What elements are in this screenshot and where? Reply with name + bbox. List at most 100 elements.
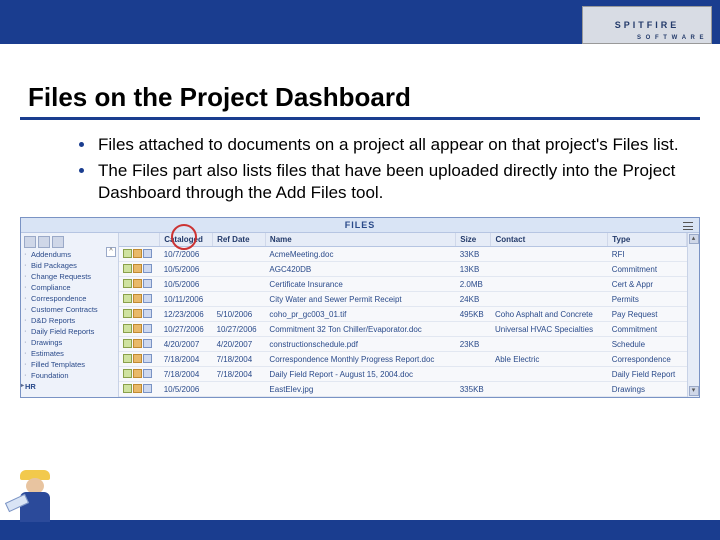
- row-action-icons[interactable]: [119, 352, 160, 367]
- edit-icon[interactable]: [123, 309, 132, 318]
- table-row[interactable]: 10/7/2006AcmeMeeting.doc33KBRFI: [119, 247, 687, 262]
- vertical-scrollbar[interactable]: ▴ ▾: [687, 233, 699, 397]
- cut-icon[interactable]: [133, 279, 142, 288]
- column-header[interactable]: Name: [265, 233, 455, 247]
- page-title: Files on the Project Dashboard: [28, 82, 720, 113]
- cut-icon[interactable]: [133, 309, 142, 318]
- edit-icon[interactable]: [123, 324, 132, 333]
- table-row[interactable]: 10/11/2006 City Water and Sewer Permit Re…: [119, 292, 687, 307]
- sidebar-item[interactable]: Change Requests: [21, 271, 118, 282]
- cell-contact: [491, 382, 608, 397]
- edit-icon[interactable]: [123, 339, 132, 348]
- cell-cataloged: 4/20/2007: [160, 337, 213, 352]
- cell-contact: Coho Asphalt and Concrete: [491, 307, 608, 322]
- sidebar-item[interactable]: D&D Reports: [21, 315, 118, 326]
- table-row[interactable]: 10/5/2006EastElev.jpg335KBDrawings: [119, 382, 687, 397]
- column-header[interactable]: Ref Date: [213, 233, 266, 247]
- cell-size: 33KB: [456, 247, 491, 262]
- cut-icon[interactable]: [133, 339, 142, 348]
- edit-icon[interactable]: [123, 279, 132, 288]
- open-doc-icon[interactable]: [143, 309, 152, 318]
- table-row[interactable]: 7/18/20047/18/2004Daily Field Report - A…: [119, 367, 687, 382]
- edit-icon[interactable]: [123, 264, 132, 273]
- table-row[interactable]: 7/18/20047/18/2004Correspondence Monthly…: [119, 352, 687, 367]
- row-action-icons[interactable]: [119, 367, 160, 382]
- cell-name: City Water and Sewer Permit Receipt: [265, 292, 455, 307]
- cut-icon[interactable]: [133, 369, 142, 378]
- cell-type: RFI: [608, 247, 687, 262]
- cut-icon[interactable]: [133, 249, 142, 258]
- cell-size: 335KB: [456, 382, 491, 397]
- sidebar-item[interactable]: Filled Templates: [21, 359, 118, 370]
- row-action-icons[interactable]: [119, 337, 160, 352]
- sidebar-tool-icon[interactable]: [38, 236, 50, 248]
- cell-cataloged: 10/11/2006: [160, 292, 213, 307]
- row-action-icons[interactable]: [119, 262, 160, 277]
- open-doc-icon[interactable]: [143, 294, 152, 303]
- sidebar-item[interactable]: Correspondence: [21, 293, 118, 304]
- open-doc-icon[interactable]: [143, 384, 152, 393]
- brand-name: SPITFIRE: [615, 20, 680, 30]
- row-action-icons[interactable]: [119, 292, 160, 307]
- cut-icon[interactable]: [133, 264, 142, 273]
- scroll-down-icon[interactable]: ▾: [689, 386, 699, 396]
- table-row[interactable]: 12/23/20065/10/2006coho_pr_gc003_01.tif4…: [119, 307, 687, 322]
- table-row[interactable]: 10/5/2006Certificate Insurance2.0MBCert …: [119, 277, 687, 292]
- row-action-icons[interactable]: [119, 322, 160, 337]
- open-doc-icon[interactable]: [143, 324, 152, 333]
- cell-size: [456, 322, 491, 337]
- top-banner: SPITFIRE S O F T W A R E: [0, 0, 720, 52]
- cell-type: Pay Request: [608, 307, 687, 322]
- edit-icon[interactable]: [123, 369, 132, 378]
- column-header[interactable]: Cataloged: [160, 233, 213, 247]
- column-header[interactable]: Size: [456, 233, 491, 247]
- open-doc-icon[interactable]: [143, 339, 152, 348]
- sidebar-item[interactable]: Compliance: [21, 282, 118, 293]
- sidebar-tool-icon[interactable]: [24, 236, 36, 248]
- sidebar-item[interactable]: Estimates: [21, 348, 118, 359]
- cell-size: [456, 352, 491, 367]
- table-row[interactable]: 10/5/2006AGC420DB13KBCommitment: [119, 262, 687, 277]
- open-doc-icon[interactable]: [143, 249, 152, 258]
- row-action-icons[interactable]: [119, 247, 160, 262]
- edit-icon[interactable]: [123, 249, 132, 258]
- scroll-up-icon[interactable]: ▴: [689, 234, 699, 244]
- edit-icon[interactable]: [123, 294, 132, 303]
- table-row[interactable]: 4/20/20074/20/2007constructionschedule.p…: [119, 337, 687, 352]
- cut-icon[interactable]: [133, 354, 142, 363]
- sidebar-tool-icon[interactable]: [52, 236, 64, 248]
- column-header[interactable]: [119, 233, 160, 247]
- part-menu-icon[interactable]: [683, 222, 693, 230]
- cell-contact: [491, 262, 608, 277]
- sidebar-item[interactable]: Daily Field Reports: [21, 326, 118, 337]
- cell-contact: Universal HVAC Specialties: [491, 322, 608, 337]
- table-row[interactable]: 10/27/200610/27/2006Commitment 32 Ton Ch…: [119, 322, 687, 337]
- banner-white-stripe: [0, 44, 720, 52]
- sidebar-item[interactable]: Customer Contracts: [21, 304, 118, 315]
- cut-icon[interactable]: [133, 324, 142, 333]
- cell-cataloged: 10/5/2006: [160, 382, 213, 397]
- row-action-icons[interactable]: [119, 277, 160, 292]
- edit-icon[interactable]: [123, 384, 132, 393]
- edit-icon[interactable]: [123, 354, 132, 363]
- sidebar-item-hr[interactable]: HR: [21, 381, 118, 392]
- cut-icon[interactable]: [133, 384, 142, 393]
- sidebar-item[interactable]: Bid Packages: [21, 260, 118, 271]
- row-action-icons[interactable]: [119, 382, 160, 397]
- sidebar-item[interactable]: Drawings: [21, 337, 118, 348]
- cut-icon[interactable]: [133, 294, 142, 303]
- cell-size: 495KB: [456, 307, 491, 322]
- open-doc-icon[interactable]: [143, 279, 152, 288]
- cell-ref: [213, 277, 266, 292]
- row-action-icons[interactable]: [119, 307, 160, 322]
- column-header[interactable]: Type: [608, 233, 687, 247]
- open-doc-icon[interactable]: [143, 354, 152, 363]
- sidebar-item[interactable]: Addendums: [21, 249, 118, 260]
- cell-ref: 7/18/2004: [213, 352, 266, 367]
- construction-worker-graphic: [4, 470, 66, 540]
- open-doc-icon[interactable]: [143, 264, 152, 273]
- column-header[interactable]: Contact: [491, 233, 608, 247]
- cell-ref: 10/27/2006: [213, 322, 266, 337]
- sidebar-item[interactable]: Foundation: [21, 370, 118, 381]
- open-doc-icon[interactable]: [143, 369, 152, 378]
